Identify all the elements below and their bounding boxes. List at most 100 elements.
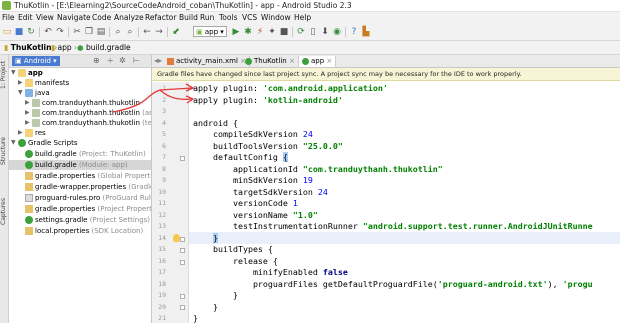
fold-marker-icon[interactable] [180, 237, 185, 242]
line-number: 13 [158, 222, 166, 230]
help-icon[interactable]: ? [349, 27, 359, 37]
tree-node-hint: (Project Properties) [97, 205, 152, 213]
expand-arrow-icon[interactable]: ▶ [25, 108, 31, 118]
tree-node-package-test[interactable]: ▶ com.tranduythanh.thukotlin (test) [9, 118, 151, 128]
menu-analyze[interactable]: Analyze [114, 12, 144, 24]
tab-label: ThuKotlin [254, 57, 287, 65]
breadcrumb-file[interactable]: ● build.gradle [75, 42, 133, 53]
make-project-icon[interactable]: ⬋ [171, 27, 181, 37]
close-icon[interactable]: × [326, 57, 332, 65]
tree-node-manifests[interactable]: ▶ manifests [9, 78, 151, 88]
lightbulb-icon[interactable] [173, 234, 180, 242]
fold-marker-icon[interactable] [180, 260, 185, 265]
hide-icon[interactable]: ⊢ [133, 56, 140, 65]
line-number: 21 [158, 314, 166, 322]
menu-view[interactable]: View [36, 12, 54, 24]
tree-node-gradle-properties-project[interactable]: gradle.properties (Project Properties) [9, 204, 151, 214]
open-folder-icon[interactable]: ▭ [2, 27, 12, 37]
menu-file[interactable]: File [2, 12, 15, 24]
tree-node-res[interactable]: ▶ res [9, 128, 151, 138]
tree-node-package-main[interactable]: ▶ com.tranduythanh.thukotlin [9, 98, 151, 108]
tab-overflow-icon[interactable]: ◂▸ [154, 56, 162, 65]
left-tool-strip: 1: Project Structure Captures [0, 55, 9, 323]
replace-icon[interactable]: ⌕ [125, 27, 135, 37]
expand-arrow-icon[interactable]: ▼ [11, 68, 17, 78]
menu-window[interactable]: Window [261, 12, 291, 24]
tree-node-gradle-scripts[interactable]: ▼ Gradle Scripts [9, 138, 151, 148]
captures-tool-button[interactable]: Captures [0, 195, 8, 225]
plugin-icon[interactable]: ▙ [361, 27, 371, 37]
find-icon[interactable]: ⌕ [113, 27, 123, 37]
gradle-sync-icon[interactable]: ⟳ [296, 27, 306, 37]
fold-marker-icon[interactable] [180, 156, 185, 161]
tab-activity-main-xml[interactable]: activity_main.xml × [164, 56, 251, 67]
line-number: 3 [162, 107, 166, 115]
tree-node-build-gradle-project[interactable]: build.gradle (Project: ThuKotlin) [9, 149, 151, 159]
fold-marker-icon[interactable] [180, 294, 185, 299]
menu-vcs[interactable]: VCS [242, 12, 257, 24]
project-view-selector[interactable]: ▣ Android ▾ [12, 56, 60, 66]
structure-tool-button[interactable]: Structure [0, 135, 8, 165]
menu-edit[interactable]: Edit [18, 12, 33, 24]
expand-arrow-icon[interactable]: ▶ [18, 128, 24, 138]
run-icon[interactable]: ▶ [231, 27, 241, 37]
code-text: proguardFiles getDefaultProguardFile( [193, 278, 438, 289]
tree-node-build-gradle-module[interactable]: build.gradle (Module: app) [9, 160, 151, 170]
tab-thukotlin[interactable]: ThuKotlin × [242, 56, 299, 67]
code-string: "1.0" [292, 209, 318, 220]
run-config-select[interactable]: ▣ app ▾ [193, 26, 227, 37]
menu-navigate[interactable]: Navigate [57, 12, 91, 24]
tab-app[interactable]: app × [299, 56, 337, 67]
forward-icon[interactable]: → [154, 27, 164, 37]
tree-node-local-properties[interactable]: local.properties (SDK Location) [9, 226, 151, 236]
back-icon[interactable]: ← [142, 27, 152, 37]
tree-node-proguard-rules[interactable]: proguard-rules.pro (ProGuard Rules for a… [9, 193, 151, 203]
menu-refactor[interactable]: Refactor [145, 12, 176, 24]
expand-arrow-icon[interactable]: ▼ [18, 88, 24, 98]
undo-icon[interactable]: ↶ [43, 27, 53, 37]
sdk-manager-icon[interactable]: ⬇ [320, 27, 330, 37]
sync-scroll-icon[interactable]: ⊕ [93, 56, 100, 65]
chevron-down-icon: ▾ [220, 28, 224, 36]
tree-node-gradle-wrapper-properties[interactable]: gradle-wrapper.properties (Gradle Versio [9, 182, 151, 192]
tree-node-package-androidtest[interactable]: ▶ com.tranduythanh.thukotlin (androi [9, 108, 151, 118]
menu-build[interactable]: Build [179, 12, 198, 24]
avd-manager-icon[interactable]: ▯ [308, 27, 318, 37]
tree-node-app[interactable]: ▼ app [9, 68, 151, 78]
save-icon[interactable]: ■ [14, 27, 24, 37]
project-tool-button[interactable]: 1: Project [0, 59, 8, 89]
redo-icon[interactable]: ↷ [55, 27, 65, 37]
collapse-all-icon[interactable]: ÷ [107, 56, 114, 65]
folder-icon: ▮ [51, 43, 56, 52]
close-icon[interactable]: × [289, 57, 295, 65]
fold-marker-icon[interactable] [180, 305, 185, 310]
tree-node-label: app [28, 69, 43, 77]
expand-arrow-icon[interactable]: ▶ [25, 98, 31, 108]
copy-icon[interactable]: ❐ [84, 27, 94, 37]
paste-icon[interactable]: ▤ [96, 27, 106, 37]
sync-icon[interactable]: ↻ [26, 27, 36, 37]
menu-run[interactable]: Run [200, 12, 214, 24]
tree-node-gradle-properties-global[interactable]: gradle.properties (Global Properties) [9, 171, 151, 181]
expand-arrow-icon[interactable]: ▶ [18, 78, 24, 88]
menu-help[interactable]: Help [294, 12, 311, 24]
gear-icon[interactable]: ✲ [119, 56, 126, 65]
android-device-monitor-icon[interactable]: ◉ [332, 27, 342, 37]
tree-node-settings-gradle[interactable]: settings.gradle (Project Settings) [9, 215, 151, 225]
cut-icon[interactable]: ✂ [72, 27, 82, 37]
code-text: applicationId [193, 163, 303, 174]
code-line: testInstrumentationRunner "android.suppo… [193, 221, 593, 233]
debug-icon[interactable]: ✱ [243, 27, 253, 37]
code-text: buildToolsVersion [193, 140, 303, 151]
fold-marker-icon[interactable] [180, 248, 185, 253]
code-line: buildToolsVersion "25.0.0" [193, 141, 343, 153]
profile-icon[interactable]: ⚡ [255, 27, 265, 37]
menu-code[interactable]: Code [92, 12, 111, 24]
expand-arrow-icon[interactable]: ▶ [25, 118, 31, 128]
code-editor[interactable]: apply plugin: 'com.android.application' … [189, 82, 620, 323]
tree-node-java[interactable]: ▼ java [9, 88, 151, 98]
menu-tools[interactable]: Tools [219, 12, 237, 24]
attach-debugger-icon[interactable]: ✦ [267, 27, 277, 37]
stop-icon[interactable]: ■ [279, 27, 289, 37]
expand-arrow-icon[interactable]: ▼ [11, 138, 17, 148]
